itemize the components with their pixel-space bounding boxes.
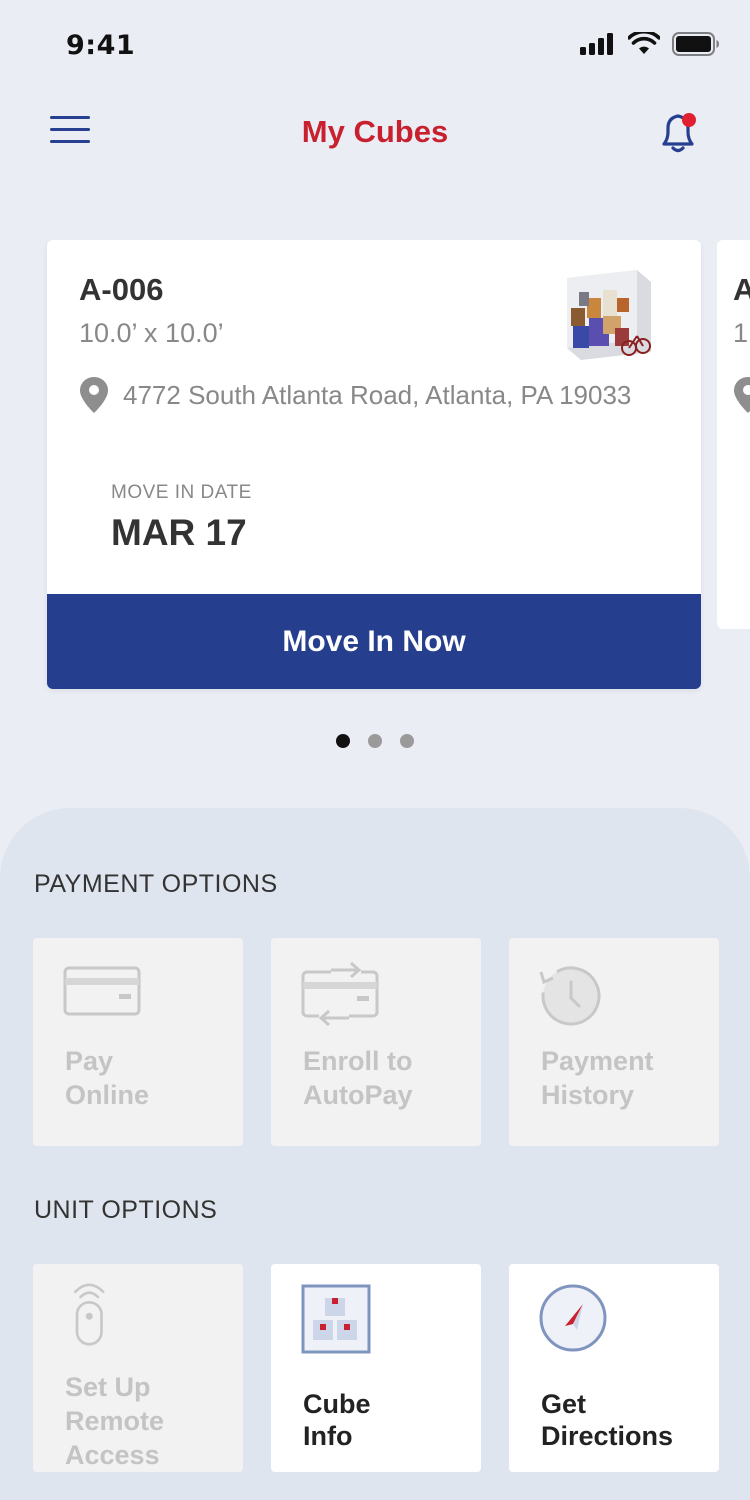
wifi-icon (628, 32, 660, 54)
payment-history-label: Payment History (541, 1044, 711, 1112)
unit-address: 4772 South Atlanta Road, Atlanta, PA 190… (123, 380, 632, 410)
enroll-autopay-tile[interactable]: Enroll to AutoPay (271, 938, 481, 1146)
page-dot[interactable] (368, 734, 382, 748)
notifications-button[interactable] (656, 108, 700, 156)
unit-options-title: UNIT OPTIONS (34, 1196, 218, 1224)
remote-access-tile[interactable]: Set Up Remote Access (33, 1264, 243, 1472)
battery-icon (672, 32, 719, 56)
get-directions-tile[interactable]: Get Directions (509, 1264, 719, 1472)
payment-history-tile[interactable]: Payment History (509, 938, 719, 1146)
remote-access-label: Set Up Remote Access (65, 1370, 235, 1472)
move-in-now-button[interactable]: Move In Now (47, 594, 701, 689)
cube-info-label: Cube Info (303, 1388, 473, 1452)
tile-label-line: Enroll to (303, 1046, 413, 1076)
tile-label-line: Set Up (65, 1372, 151, 1402)
tile-label-line: Pay (65, 1046, 114, 1076)
tile-label-line: Get (541, 1389, 587, 1419)
options-panel: PAYMENT OPTIONS Pay Online Enroll to Aut (0, 808, 750, 1500)
cube-info-tile[interactable]: Cube Info (271, 1264, 481, 1472)
status-icons (580, 32, 720, 56)
tile-label-line: History (541, 1080, 635, 1110)
unit-size: 10.0’ x 10.0’ (79, 318, 224, 348)
pay-online-tile[interactable]: Pay Online (33, 938, 243, 1146)
tile-label-line: Access (65, 1440, 160, 1470)
enroll-autopay-label: Enroll to AutoPay (303, 1044, 473, 1112)
next-unit-card[interactable]: A 1 (717, 240, 750, 629)
autopay-card-icon (301, 961, 379, 1027)
cube-info-icon (301, 1284, 371, 1354)
location-pin-icon (734, 377, 750, 413)
payment-options-title: PAYMENT OPTIONS (34, 870, 278, 898)
tile-label-line: Directions (541, 1421, 674, 1451)
unit-size: 1 (733, 318, 749, 348)
unit-card[interactable]: A-006 10.0’ x 10.0’ 4772 South Atlanta R… (47, 240, 701, 689)
page-dot[interactable] (400, 734, 414, 748)
bell-icon (662, 113, 696, 153)
status-bar: 9:41 (0, 0, 750, 90)
history-clock-icon (539, 966, 601, 1026)
page-dot-active[interactable] (336, 734, 350, 748)
tile-label-line: Cube (303, 1389, 371, 1419)
carousel-page-indicator (0, 734, 750, 748)
status-time: 9:41 (66, 30, 136, 61)
credit-card-icon (63, 966, 141, 1016)
cellular-signal-icon (580, 33, 613, 55)
page-title: My Cubes (301, 114, 449, 149)
unit-id: A-006 (79, 272, 164, 307)
remote-icon (73, 1283, 105, 1346)
unit-carousel[interactable]: A-006 10.0’ x 10.0’ 4772 South Atlanta R… (0, 240, 750, 700)
tile-label-line: Payment (541, 1046, 654, 1076)
move-in-date: MAR 17 (111, 512, 247, 553)
tile-label-line: Info (303, 1421, 353, 1451)
pay-online-label: Pay Online (65, 1044, 235, 1112)
tile-label-line: Online (65, 1080, 150, 1110)
unit-id: A (733, 272, 750, 307)
tile-label-line: AutoPay (303, 1080, 413, 1110)
compass-icon (539, 1284, 607, 1352)
tile-label-line: Remote (65, 1406, 165, 1436)
storage-unit-image (567, 270, 651, 360)
location-pin-icon (80, 377, 108, 413)
app-header: My Cubes (0, 100, 750, 166)
notification-dot (682, 113, 696, 127)
get-directions-label: Get Directions (541, 1388, 711, 1452)
move-in-label: MOVE IN DATE (111, 482, 252, 503)
